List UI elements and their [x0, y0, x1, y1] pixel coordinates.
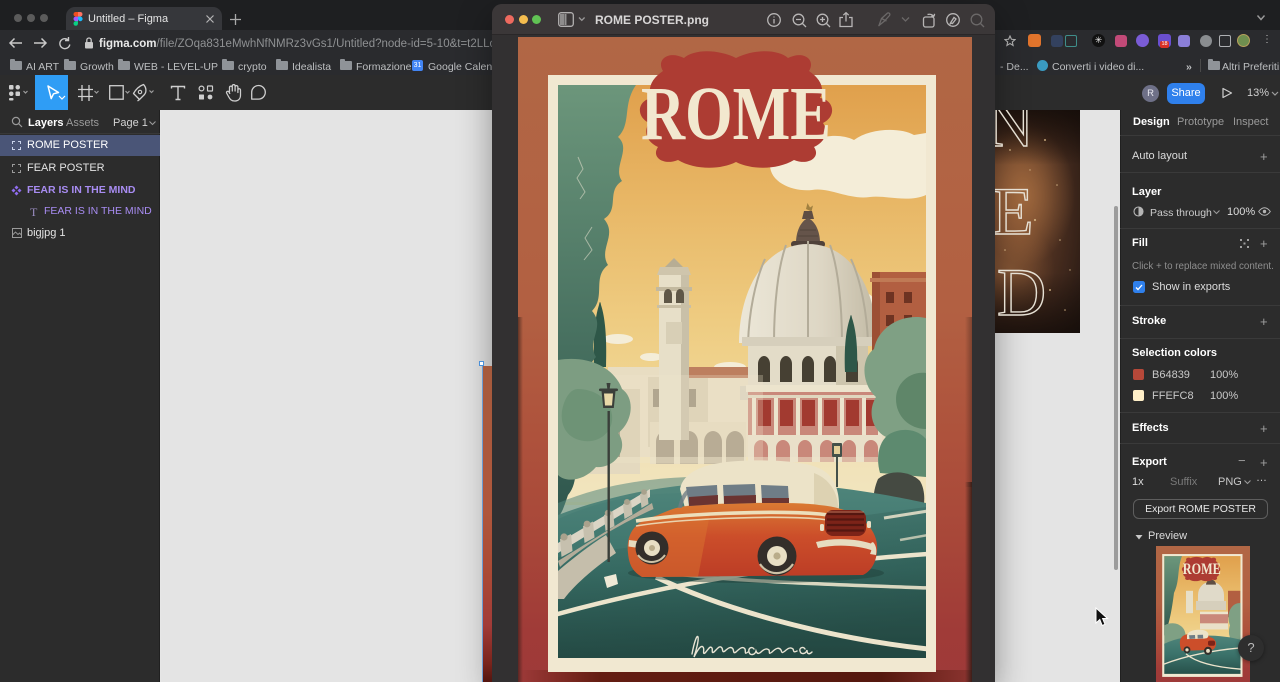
svg-text:ROME: ROME: [641, 72, 831, 156]
svg-text:N: N: [995, 110, 1034, 161]
svg-text:D: D: [997, 254, 1046, 330]
svg-text:E: E: [995, 173, 1034, 249]
